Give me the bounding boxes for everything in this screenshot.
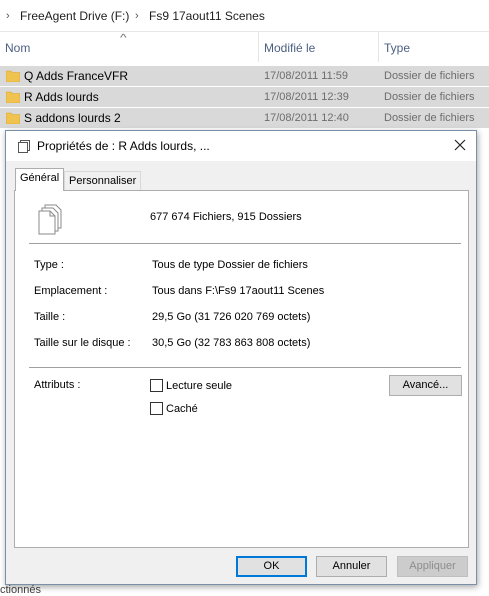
file-type: Dossier de fichiers <box>384 112 475 124</box>
chevron-right-icon: › <box>135 10 139 22</box>
readonly-checkbox[interactable] <box>150 379 163 392</box>
close-button[interactable] <box>448 134 472 156</box>
location-value: Tous dans F:\Fs9 17aout11 Scenes <box>152 285 325 297</box>
list-item[interactable]: R Adds lourds 17/08/2011 12:39 Dossier d… <box>0 87 489 107</box>
dialog-title: Propriétés de : R Adds lourds, ... <box>37 139 210 153</box>
list-item[interactable]: S addons lourds 2 17/08/2011 12:40 Dossi… <box>0 108 489 128</box>
column-divider[interactable] <box>258 32 259 62</box>
breadcrumb: › FreeAgent Drive (F:) › Fs9 17aout11 Sc… <box>0 0 489 32</box>
column-modified[interactable]: Modifié le <box>264 41 315 55</box>
divider <box>29 367 461 368</box>
attributes-label: Attributs : <box>34 379 81 391</box>
sort-ascending-icon: ^ <box>120 33 127 44</box>
size-label: Taille : <box>34 311 66 323</box>
folder-icon <box>6 91 20 103</box>
size-on-disk-label: Taille sur le disque : <box>34 337 131 349</box>
file-count: 677 674 Fichiers, 915 Dossiers <box>150 211 302 223</box>
multiple-files-icon <box>38 204 62 235</box>
breadcrumb-item-folder[interactable]: Fs9 17aout11 Scenes <box>149 9 265 23</box>
file-date: 17/08/2011 11:59 <box>264 70 349 82</box>
tab-customize[interactable]: Personnaliser <box>64 171 142 192</box>
tab-general[interactable]: Général <box>15 168 65 191</box>
column-header: ^ Nom Modifié le Type <box>0 32 489 62</box>
column-name[interactable]: Nom <box>5 41 30 55</box>
divider <box>29 243 461 244</box>
type-label: Type : <box>34 259 64 271</box>
cancel-button[interactable]: Annuler <box>316 556 387 577</box>
chevron-right-icon: › <box>6 10 10 22</box>
apply-button[interactable]: Appliquer <box>397 556 468 577</box>
folder-icon <box>6 70 20 82</box>
size-value: 29,5 Go (31 726 020 769 octets) <box>152 311 311 323</box>
readonly-label[interactable]: Lecture seule <box>166 380 232 392</box>
file-name: S addons lourds 2 <box>24 111 121 125</box>
file-date: 17/08/2011 12:40 <box>264 112 349 124</box>
properties-dialog: Propriétés de : R Adds lourds, ... Génér… <box>5 130 477 585</box>
size-on-disk-value: 30,5 Go (32 783 863 808 octets) <box>152 337 311 349</box>
breadcrumb-item-drive[interactable]: FreeAgent Drive (F:) <box>20 9 129 23</box>
location-label: Emplacement : <box>34 285 108 297</box>
tab-panel-general: 677 674 Fichiers, 915 Dossiers Type : To… <box>14 190 469 548</box>
column-type[interactable]: Type <box>384 41 410 55</box>
file-date: 17/08/2011 12:39 <box>264 91 349 103</box>
hidden-label[interactable]: Caché <box>166 403 198 415</box>
file-type: Dossier de fichiers <box>384 70 475 82</box>
file-name: R Adds lourds <box>24 90 99 104</box>
list-item[interactable]: Q Adds FranceVFR 17/08/2011 11:59 Dossie… <box>0 66 489 86</box>
file-type: Dossier de fichiers <box>384 91 475 103</box>
dialog-titlebar[interactable]: Propriétés de : R Adds lourds, ... <box>6 131 476 161</box>
hidden-checkbox[interactable] <box>150 402 163 415</box>
folder-icon <box>6 112 20 124</box>
files-icon <box>18 140 30 153</box>
ok-button[interactable]: OK <box>236 556 307 577</box>
status-bar-text: ctionnés <box>0 584 41 596</box>
advanced-button[interactable]: Avancé... <box>389 375 462 396</box>
type-value: Tous de type Dossier de fichiers <box>152 259 308 271</box>
close-icon <box>454 139 466 151</box>
column-divider[interactable] <box>378 32 379 62</box>
file-name: Q Adds FranceVFR <box>24 69 129 83</box>
